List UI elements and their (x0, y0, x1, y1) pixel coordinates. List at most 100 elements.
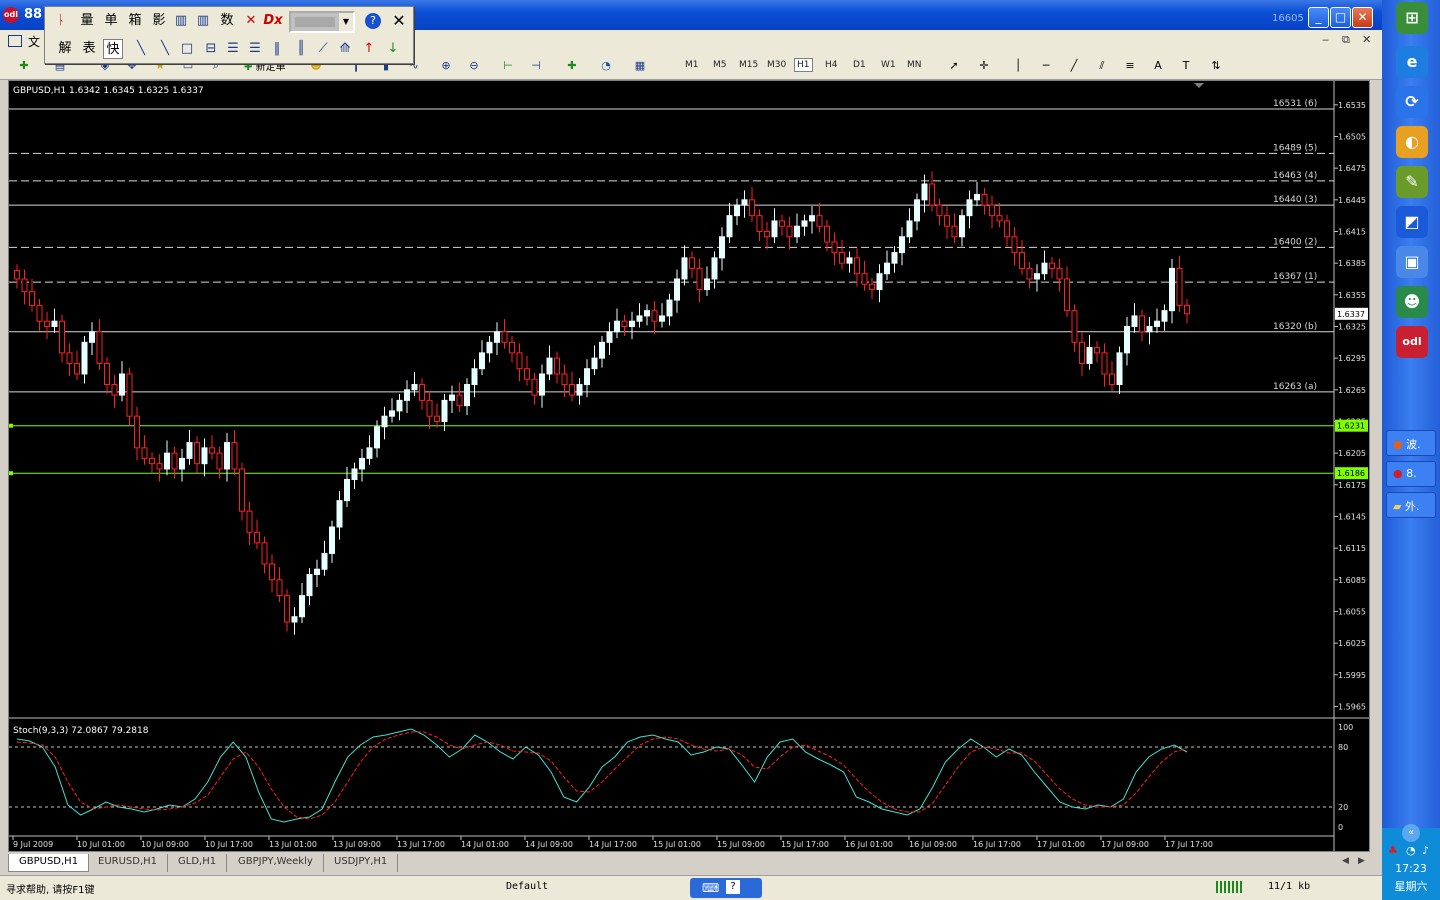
fib-levels-icon[interactable]: ⊟ (201, 39, 221, 59)
trendline-icon[interactable]: ╱ (1064, 57, 1084, 75)
menu-item-file[interactable]: 文 (28, 33, 40, 50)
candle-body (531, 378, 538, 396)
vertical-line-icon[interactable]: │ (1008, 57, 1028, 75)
browser-icon[interactable]: ⟳ (1396, 86, 1428, 118)
arrow-down-icon[interactable]: ↓ (383, 39, 403, 59)
mdi-restore-icon[interactable]: ⧉ (1342, 33, 1350, 47)
float-item-number[interactable]: 数 (217, 11, 237, 31)
rectangle-icon[interactable]: □ (177, 39, 197, 59)
float-item-single[interactable]: 单 (101, 11, 121, 31)
tab-scroll-left-icon[interactable]: ◀ (1342, 856, 1349, 866)
time-zones-icon[interactable]: ‖ (267, 39, 287, 59)
histogram-icon[interactable]: ▥ (171, 11, 191, 31)
tab-gbpjpy-weekly[interactable]: GBPJPY,Weekly (228, 854, 324, 872)
tile-windows-icon[interactable]: ⊢ (498, 57, 518, 75)
new-chart-icon[interactable]: ✚ (14, 57, 34, 75)
tf-d1[interactable]: D1 (850, 58, 869, 72)
volume-icon[interactable]: ♪ (1422, 844, 1429, 857)
text-icon[interactable]: A (1148, 57, 1168, 75)
network-icon[interactable]: ◔ (1406, 844, 1416, 857)
templates-icon[interactable]: ▦ (630, 57, 650, 75)
chart-shift-marker (1194, 83, 1204, 88)
tf-m30[interactable]: M30 (764, 58, 789, 72)
color-select[interactable]: ▼ (289, 11, 355, 33)
text-label-icon[interactable]: T (1176, 57, 1196, 75)
tab-scroll-right-icon[interactable]: ▶ (1358, 856, 1365, 866)
tab-eurusd-h1[interactable]: EURUSD,H1 (88, 854, 169, 872)
taskbar-item-2[interactable]: ● 8. (1386, 461, 1436, 487)
tf-mn[interactable]: MN (904, 58, 925, 72)
tab-gbpusd-h1[interactable]: GBPUSD,H1 (8, 854, 90, 872)
stoch-k-line (16, 728, 1188, 823)
tf-m5[interactable]: M5 (710, 58, 730, 72)
internet-explorer-icon[interactable]: e (1396, 46, 1428, 78)
arrow-up-icon[interactable]: ↑ (359, 39, 379, 59)
tf-m1[interactable]: M1 (682, 58, 702, 72)
line-float-icon[interactable]: ╲ (155, 39, 175, 59)
float-item-shadow[interactable]: 影 (149, 11, 169, 31)
chart-window[interactable]: 1.6535 1.6505 1.6475 1.6445 1.6415 1.6385 1.63… (8, 80, 1370, 852)
price-tick-label: 1.6415 (1338, 227, 1366, 236)
float-item-solve[interactable]: 解 (55, 39, 75, 59)
ime-bar[interactable]: ⌨ ? (690, 878, 762, 898)
fan-icon[interactable]: ⟰ (335, 39, 355, 59)
tf-m15[interactable]: M15 (736, 58, 761, 72)
tab-usdjpy-h1[interactable]: USDJPY,H1 (324, 854, 399, 872)
paint-icon[interactable]: ✎ (1396, 166, 1428, 198)
keyboard-icon[interactable]: ⌨ (702, 881, 719, 895)
stoch-scale-label: 0 (1338, 823, 1343, 832)
taskbar-item-3[interactable]: ▰ 外. (1386, 492, 1436, 518)
document-icon[interactable] (8, 35, 22, 47)
chart-shift-icon[interactable]: ⊣ (526, 57, 546, 75)
clock-time[interactable]: 17:23 (1382, 862, 1440, 875)
float-item-quick[interactable]: 快 (103, 39, 123, 59)
desktop-icon[interactable]: ▣ (1396, 246, 1428, 278)
ime-help-icon[interactable]: ? (726, 880, 740, 894)
fib-retracement-icon[interactable]: ☰ (245, 39, 265, 59)
float-item-box[interactable]: 箱 (125, 11, 145, 31)
crosshair-icon[interactable]: ✛ (974, 57, 994, 75)
dx-icon[interactable]: Dx (263, 11, 283, 31)
price-tag-label: 1.6186 (1337, 469, 1365, 478)
start-icon[interactable]: ⊞ (1396, 2, 1428, 34)
candles-icon[interactable]: ᚿ (51, 11, 71, 31)
horizontal-line-icon[interactable]: ─ (1036, 57, 1056, 75)
equidistant-channel-icon[interactable]: ⫽ (1092, 57, 1112, 75)
float-item-table[interactable]: 表 (79, 39, 99, 59)
tf-h4[interactable]: H4 (822, 58, 841, 72)
tab-gld-h1[interactable]: GLD,H1 (168, 854, 228, 872)
arrows-icon[interactable]: ⇅ (1206, 57, 1226, 75)
indicators-icon[interactable]: ✚ (562, 57, 582, 75)
tray-expand-icon[interactable]: « (1402, 824, 1420, 842)
messenger-icon[interactable]: ☻ (1396, 286, 1428, 318)
zoom-out-icon[interactable]: ⊖ (464, 57, 484, 75)
zoom-in-icon[interactable]: ⊕ (436, 57, 456, 75)
close-float-icon[interactable]: ✕ (389, 11, 409, 31)
minimize-button[interactable]: _ (1308, 7, 1329, 28)
close-button[interactable]: ✕ (1352, 7, 1373, 28)
media-player-icon[interactable]: ◐ (1396, 126, 1428, 158)
tf-w1[interactable]: W1 (878, 58, 899, 72)
taskbar-item-1[interactable]: ● 波. (1386, 430, 1436, 456)
bars-icon[interactable]: ▥ (193, 11, 213, 31)
pitchfork-icon[interactable]: ⟋ (313, 39, 333, 59)
fib-extension-icon[interactable]: ☰ (223, 39, 243, 59)
qq-icon[interactable]: ♣ (1388, 844, 1398, 857)
mdi-minimize-icon[interactable]: ‒ (1322, 33, 1329, 46)
cross-line-icon[interactable]: ✕ (241, 11, 261, 31)
periods-icon[interactable]: ◔ (596, 57, 616, 75)
gann-fan-icon[interactable]: ║ (291, 39, 311, 59)
flag-icon[interactable]: ◩ (1396, 206, 1428, 238)
cursor-icon[interactable]: ➚ (944, 57, 964, 75)
price-chart[interactable]: 1.6535 1.6505 1.6475 1.6445 1.6415 1.6385 1.63… (9, 81, 1369, 851)
time-tick-label: 13 Jul 01:00 (269, 840, 317, 849)
trendline-float-icon[interactable]: ╲ (131, 39, 151, 59)
candle-body (1064, 278, 1070, 312)
float-item-volume[interactable]: 量 (77, 11, 97, 31)
maximize-button[interactable]: □ (1330, 7, 1351, 28)
help-icon[interactable]: ? (365, 13, 381, 29)
tf-h1[interactable]: H1 (794, 58, 813, 72)
fibonacci-icon[interactable]: ≡ (1120, 57, 1140, 75)
mdi-close-icon[interactable]: ✕ (1362, 33, 1371, 46)
odl-icon[interactable]: odl (1396, 326, 1428, 358)
